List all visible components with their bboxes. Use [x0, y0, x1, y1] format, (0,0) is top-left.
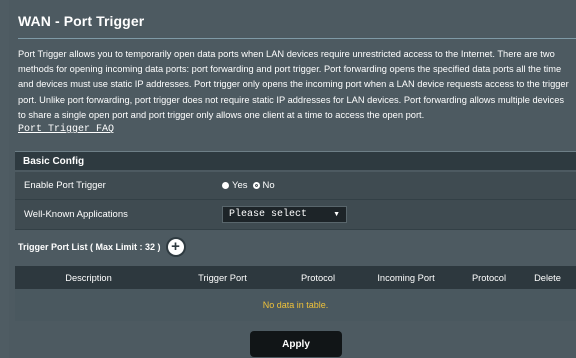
add-rule-button[interactable]: + — [167, 238, 184, 255]
radio-no-label[interactable]: No — [263, 180, 275, 191]
enable-port-trigger-label: Enable Port Trigger — [24, 180, 106, 191]
trigger-port-list-label: Trigger Port List ( Max Limit : 32 ) — [18, 242, 161, 252]
page-title: WAN - Port Trigger — [18, 13, 145, 29]
page-description: Port Trigger allows you to temporarily o… — [18, 49, 569, 120]
select-value: Please select — [229, 209, 308, 220]
trigger-port-list-header: Trigger Port List ( Max Limit : 32 ) + — [15, 237, 576, 257]
enable-port-trigger-row: Enable Port Trigger Yes No — [15, 172, 576, 200]
radio-no[interactable] — [252, 182, 260, 189]
well-known-applications-select[interactable]: Please select ▼ — [222, 206, 347, 223]
well-known-applications-row: Well-Known Applications Please select ▼ — [15, 200, 576, 230]
column-protocol: Protocol — [300, 272, 336, 283]
column-description: Description — [65, 272, 112, 283]
title-bar: WAN - Port Trigger — [9, 6, 576, 36]
title-divider — [18, 38, 576, 39]
radio-yes[interactable] — [222, 182, 229, 189]
trigger-table-header: Description Trigger Port Protocol Incomi… — [15, 266, 576, 289]
radio-yes-label[interactable]: Yes — [232, 180, 248, 191]
apply-button[interactable]: Apply — [250, 331, 342, 357]
port-trigger-faq-link[interactable]: Port Trigger FAQ — [18, 124, 114, 135]
table-empty-row: No data in table. — [15, 289, 576, 321]
column-delete: Delete — [534, 272, 561, 283]
basic-config-title: Basic Config — [23, 155, 85, 167]
enable-port-trigger-radio-group: Yes No — [222, 180, 280, 191]
column-incoming-port: Incoming Port — [377, 272, 435, 283]
basic-config-header: Basic Config — [15, 151, 576, 170]
column-trigger-port: Trigger Port — [198, 272, 247, 283]
column-incoming-protocol: Protocol — [471, 272, 507, 283]
apply-button-label: Apply — [282, 338, 310, 350]
well-known-applications-label: Well-Known Applications — [24, 209, 128, 220]
plus-icon: + — [171, 238, 180, 255]
chevron-down-icon: ▼ — [333, 211, 340, 218]
empty-table-message: No data in table. — [262, 300, 329, 310]
